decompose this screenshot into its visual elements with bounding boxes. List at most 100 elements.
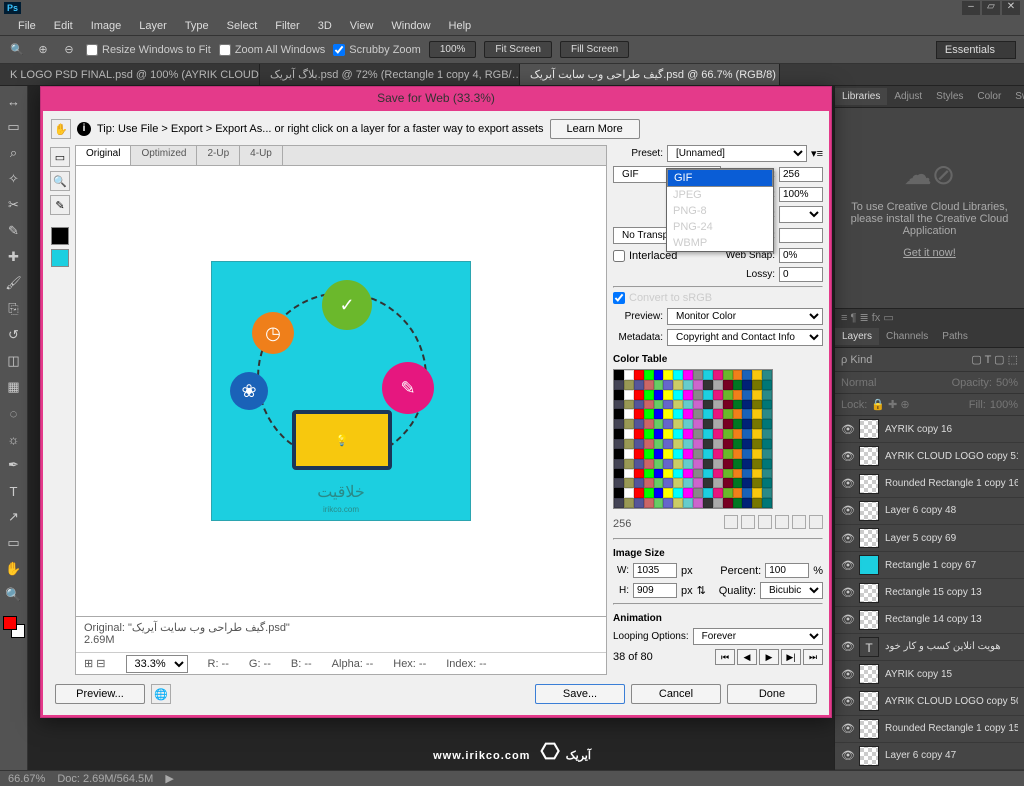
visibility-icon[interactable]: 👁: [841, 640, 853, 653]
tab-layers[interactable]: Layers: [835, 328, 879, 345]
fit-screen-button[interactable]: Fit Screen: [484, 41, 552, 58]
interlaced-checkbox[interactable]: Interlaced: [613, 250, 663, 262]
pen-tool[interactable]: ✒: [3, 454, 25, 476]
preview-canvas[interactable]: ✓ ◷ ❀ ✎ 💡 خلاقیت irikco.com: [76, 166, 606, 616]
layer-row[interactable]: 👁AYRIK copy 15: [835, 661, 1024, 688]
layer-row[interactable]: 👁AYRIK CLOUD LOGO copy 50: [835, 688, 1024, 715]
tab-color[interactable]: Color: [970, 88, 1008, 105]
tab-optimized[interactable]: Optimized: [131, 146, 197, 165]
dither-input[interactable]: [779, 187, 823, 202]
visibility-icon[interactable]: 👁: [841, 586, 853, 599]
stamp-tool[interactable]: ⎘: [3, 298, 25, 320]
layer-row[interactable]: 👁Rectangle 1 copy 67: [835, 552, 1024, 579]
menu-select[interactable]: Select: [219, 18, 266, 34]
lossy-input[interactable]: [779, 267, 823, 282]
menu-window[interactable]: Window: [383, 18, 438, 34]
looping-select[interactable]: Forever: [693, 628, 823, 645]
wand-tool[interactable]: ✧: [3, 168, 25, 190]
option-jpeg[interactable]: JPEG: [667, 187, 773, 203]
doc-tab-2[interactable]: گیف طراحی وب سایت آیریک.psd @ 66.7% (RGB…: [520, 64, 780, 85]
tab-libraries[interactable]: Libraries: [835, 88, 887, 105]
menu-filter[interactable]: Filter: [267, 18, 307, 34]
tab-channels[interactable]: Channels: [879, 328, 935, 345]
done-button[interactable]: Done: [727, 684, 817, 704]
menu-edit[interactable]: Edit: [46, 18, 81, 34]
tab-swatches[interactable]: Swatcl: [1008, 88, 1024, 105]
percent-input[interactable]: [765, 563, 809, 578]
crop-tool[interactable]: ✂: [3, 194, 25, 216]
visibility-icon[interactable]: 👁: [841, 532, 853, 545]
colors-input[interactable]: [779, 167, 823, 182]
layer-row[interactable]: 👁Rounded Rectangle 1 copy 16: [835, 470, 1024, 497]
fill-screen-button[interactable]: Fill Screen: [560, 41, 629, 58]
path-tool[interactable]: ↗: [3, 506, 25, 528]
layer-row[interactable]: 👁Rounded Rectangle 1 copy 15: [835, 716, 1024, 743]
tab-4up[interactable]: 4-Up: [240, 146, 283, 165]
close-button[interactable]: ✕: [1002, 1, 1020, 15]
zoom-tool[interactable]: 🔍: [3, 584, 25, 606]
tab-2up[interactable]: 2-Up: [197, 146, 240, 165]
layer-row[interactable]: 👁Rectangle 14 copy 13: [835, 607, 1024, 634]
visibility-icon[interactable]: 👁: [841, 559, 853, 572]
slice-visibility-icon[interactable]: [51, 249, 69, 267]
workspace-selector[interactable]: Essentials: [936, 41, 1016, 59]
preview-button[interactable]: Preview...: [55, 684, 145, 704]
get-it-now-link[interactable]: Get it now!: [903, 247, 956, 259]
convert-srgb-checkbox[interactable]: Convert to sRGB: [613, 292, 823, 304]
eyedropper-tool[interactable]: ✎: [3, 220, 25, 242]
color-table[interactable]: [613, 369, 773, 509]
blur-tool[interactable]: ◌: [3, 402, 25, 424]
move-tool[interactable]: ↔: [3, 90, 25, 112]
eraser-tool[interactable]: ◫: [3, 350, 25, 372]
eyedropper-icon[interactable]: ✎: [50, 195, 70, 215]
last-frame-button[interactable]: ⏭: [803, 649, 823, 665]
height-input[interactable]: [633, 583, 677, 598]
preview-profile-select[interactable]: Monitor Color: [667, 308, 823, 325]
slice-select-icon[interactable]: ▭: [50, 147, 70, 167]
zoom-level[interactable]: 66.67%: [8, 773, 45, 785]
brush-tool[interactable]: 🖌: [3, 272, 25, 294]
resize-to-fit-checkbox[interactable]: Resize Windows to Fit: [86, 44, 211, 56]
option-wbmp[interactable]: WBMP: [667, 235, 773, 251]
option-png8[interactable]: PNG-8: [667, 203, 773, 219]
dodge-tool[interactable]: ☼: [3, 428, 25, 450]
layer-row[interactable]: 👁Layer 6 copy 48: [835, 498, 1024, 525]
menu-help[interactable]: Help: [441, 18, 480, 34]
doc-tab-0[interactable]: K LOGO PSD FINAL.psd @ 100% (AYRIK CLOUD…: [0, 64, 260, 85]
zoom-100-button[interactable]: 100%: [429, 41, 477, 58]
maximize-button[interactable]: ▱: [982, 1, 1000, 15]
prev-frame-button[interactable]: ◀: [737, 649, 757, 665]
hand-icon[interactable]: ✋: [51, 119, 71, 139]
lasso-tool[interactable]: ⌕: [3, 142, 25, 164]
tab-styles[interactable]: Styles: [929, 88, 970, 105]
visibility-icon[interactable]: 👁: [841, 477, 853, 490]
layer-row[interactable]: 👁Layer 6 copy 47: [835, 743, 1024, 770]
metadata-select[interactable]: Copyright and Contact Info: [667, 329, 823, 346]
zoom-icon[interactable]: 🔍: [50, 171, 70, 191]
visibility-icon[interactable]: 👁: [841, 695, 853, 708]
visibility-icon[interactable]: 👁: [841, 423, 853, 436]
quality-select[interactable]: Bicubic: [760, 582, 823, 599]
tab-adjustments[interactable]: Adjust: [887, 88, 929, 105]
minimize-button[interactable]: –: [962, 1, 980, 15]
visibility-icon[interactable]: 👁: [841, 722, 853, 735]
preset-select[interactable]: [Unnamed]: [667, 145, 807, 162]
menu-layer[interactable]: Layer: [131, 18, 175, 34]
play-button[interactable]: ▶: [759, 649, 779, 665]
option-gif[interactable]: GIF: [667, 169, 773, 187]
next-frame-button[interactable]: ▶|: [781, 649, 801, 665]
websnap-input[interactable]: [779, 248, 823, 263]
visibility-icon[interactable]: 👁: [841, 504, 853, 517]
fg-bg-swatch[interactable]: [3, 616, 25, 638]
doc-tab-1[interactable]: بلاگ آیریک.psd @ 72% (Rectangle 1 copy 4…: [260, 64, 520, 85]
shape-tool[interactable]: ▭: [3, 532, 25, 554]
width-input[interactable]: [633, 563, 677, 578]
gradient-tool[interactable]: ▦: [3, 376, 25, 398]
visibility-icon[interactable]: 👁: [841, 613, 853, 626]
hand-tool[interactable]: ✋: [3, 558, 25, 580]
learn-more-button[interactable]: Learn More: [550, 119, 640, 139]
zoom-select[interactable]: 33.3%: [126, 655, 188, 673]
zoom-all-checkbox[interactable]: Zoom All Windows: [219, 44, 325, 56]
first-frame-button[interactable]: ⏮: [715, 649, 735, 665]
zoom-in-icon[interactable]: ⊕: [34, 41, 52, 59]
